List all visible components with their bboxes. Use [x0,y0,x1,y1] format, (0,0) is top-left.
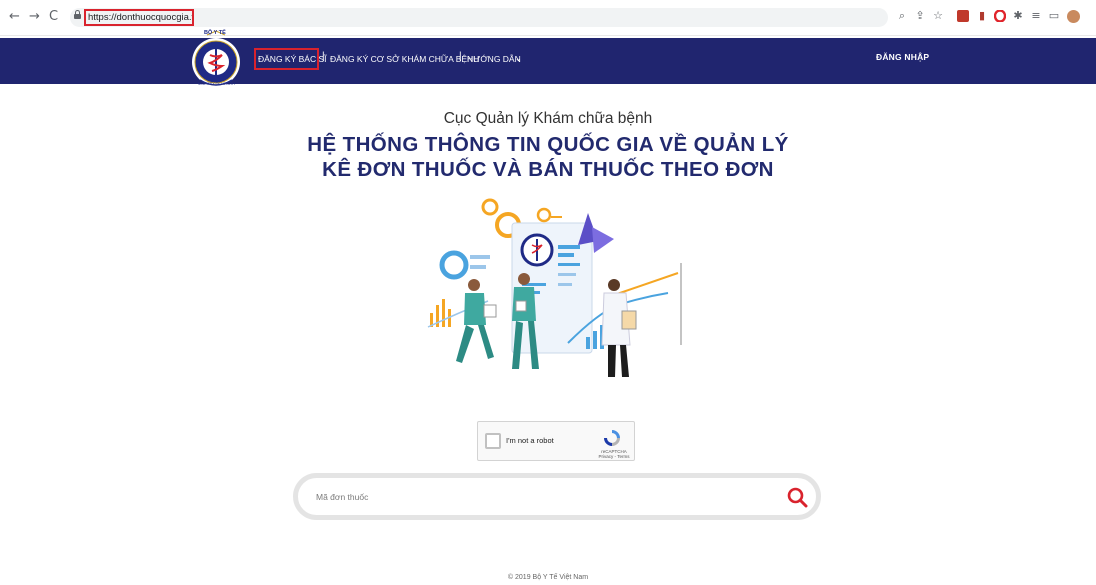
recaptcha-links[interactable]: Privacy - Terms [595,454,633,459]
site-header [0,38,1096,84]
opera-icon[interactable] [993,9,1007,23]
login-link[interactable]: ĐĂNG NHẬP [876,52,929,62]
extension-icon[interactable]: ▮ [976,10,988,22]
nav-guide[interactable]: HƯỚNG DẪN [467,52,521,66]
back-icon[interactable]: ← [9,9,20,25]
forward-icon[interactable]: → [29,9,40,25]
nav-separator: | [459,51,462,62]
page-title-line-1: HỆ THỐNG THÔNG TIN QUỐC GIA VỀ QUẢN LÝ [307,133,789,156]
prescription-code-input[interactable] [316,489,756,505]
page-subtitle: Cục Quản lý Khám chữa bệnh [443,110,653,127]
recaptcha-label: I'm not a robot [506,436,554,445]
gear-icon [481,198,499,216]
lock-icon [74,10,81,19]
reload-icon[interactable]: C [49,9,58,25]
recaptcha-checkbox[interactable] [485,433,501,449]
zoom-icon[interactable]: ⌕ [896,10,908,22]
url-text[interactable]: https://donthuocquocgia.vn [84,9,194,26]
share-icon[interactable]: ⇪ [914,10,926,22]
nav-register-doctor[interactable]: ĐĂNG KÝ BÁC SĨ [258,52,327,66]
search-icon[interactable] [786,486,808,508]
nav-separator: | [322,51,325,62]
gear-icon [536,207,552,223]
recaptcha-brand: reCAPTCHA Privacy - Terms [595,449,633,459]
nav-register-facility[interactable]: ĐĂNG KÝ CƠ SỞ KHÁM CHỮA BỆNH [330,52,479,66]
ministry-of-health-logo[interactable] [190,30,242,90]
prescription-search-box [293,473,821,520]
star-icon[interactable]: ☆ [932,10,944,22]
recaptcha-widget: I'm not a robot reCAPTCHA Privacy - Term… [477,421,635,461]
footer-copyright: © 2019 Bộ Y Tế Việt Nam [507,574,589,581]
recaptcha-icon [604,430,620,446]
page-title-line-2: KÊ ĐƠN THUỐC VÀ BÁN THUỐC THEO ĐƠN [322,158,774,181]
profile-avatar[interactable] [1067,10,1080,23]
medical-team-illustration [427,198,682,377]
reading-list-icon[interactable]: ≡ [1030,10,1042,22]
chevron-down-icon[interactable]: ⌄ [515,52,522,66]
logo-text-bottom: MINISTRY OF HEALTH [198,82,235,86]
extension-icon[interactable] [957,10,969,22]
browser-toolbar: ← → C https://donthuocquocgia.vn ⌕ ⇪ ☆ ▮… [0,0,1096,36]
puzzle-icon[interactable]: ✱ [1012,10,1024,22]
logo-text-top: BỘ Y TẾ [204,30,226,36]
window-icon[interactable]: ▭ [1048,10,1060,22]
